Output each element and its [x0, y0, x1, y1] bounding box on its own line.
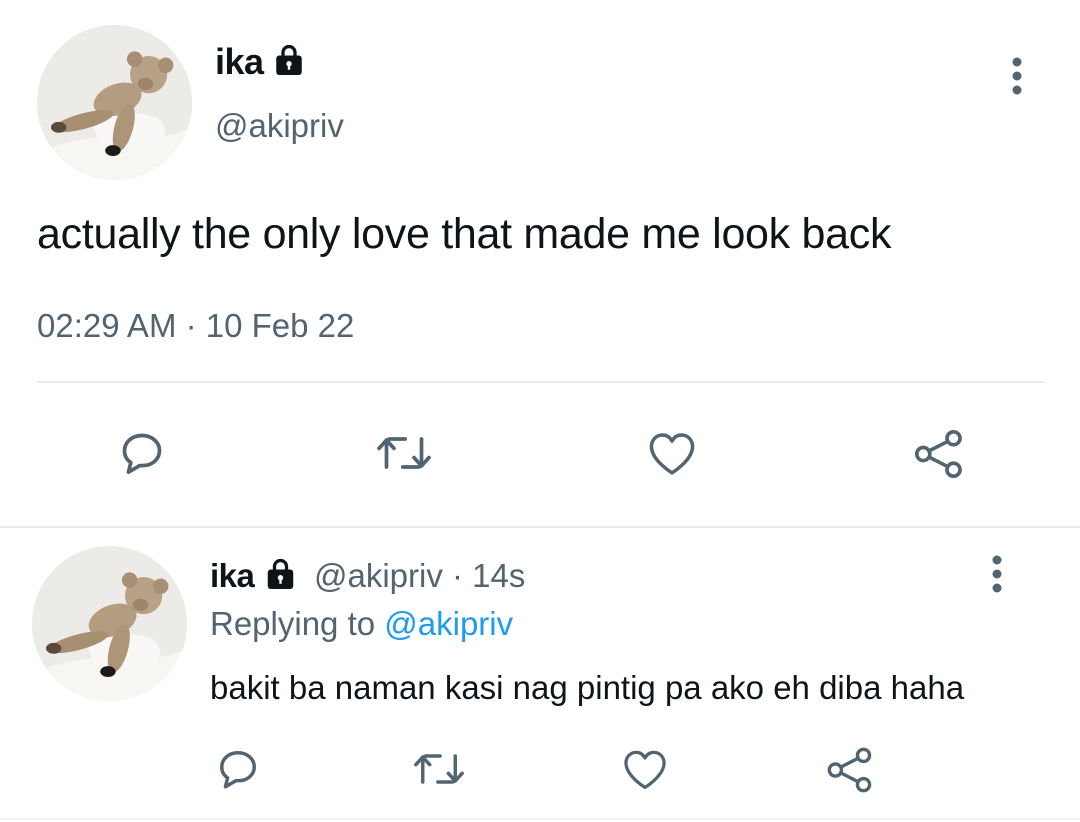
- retweet-icon[interactable]: [373, 425, 435, 481]
- divider: [0, 818, 1080, 820]
- replying-to-line: Replying to @akipriv: [210, 604, 513, 644]
- teddy-bear-avatar-image: [32, 546, 187, 701]
- retweet-icon[interactable]: [410, 743, 468, 795]
- tweet-text: bakit ba naman kasi nag pintig pa ako eh…: [210, 669, 965, 706]
- more-vertical-icon[interactable]: [1000, 54, 1034, 98]
- display-name[interactable]: ika: [210, 556, 255, 596]
- heart-icon[interactable]: [618, 743, 672, 795]
- teddy-bear-avatar-image: [37, 25, 192, 180]
- lock-icon: [262, 556, 299, 592]
- more-vertical-icon[interactable]: [980, 552, 1014, 596]
- avatar[interactable]: [32, 546, 187, 701]
- tweet-text: actually the only love that made me look…: [37, 210, 892, 258]
- user-handle[interactable]: @akipriv: [215, 106, 344, 146]
- reply-icon[interactable]: [114, 425, 170, 481]
- avatar[interactable]: [37, 25, 192, 180]
- heart-icon[interactable]: [643, 425, 701, 481]
- share-icon[interactable]: [910, 425, 968, 483]
- divider: [0, 526, 1080, 528]
- divider: [37, 381, 1044, 383]
- reply-icon[interactable]: [212, 743, 264, 795]
- tweet-timestamp[interactable]: 02:29 AM · 10 Feb 22: [37, 305, 354, 347]
- replying-to-link[interactable]: @akipriv: [384, 605, 513, 642]
- replying-to-label: Replying to: [210, 605, 385, 642]
- reply-handle-time[interactable]: @akipriv · 14s: [314, 556, 525, 596]
- share-icon[interactable]: [823, 743, 877, 797]
- display-name[interactable]: ika: [215, 40, 264, 84]
- lock-icon: [271, 42, 307, 78]
